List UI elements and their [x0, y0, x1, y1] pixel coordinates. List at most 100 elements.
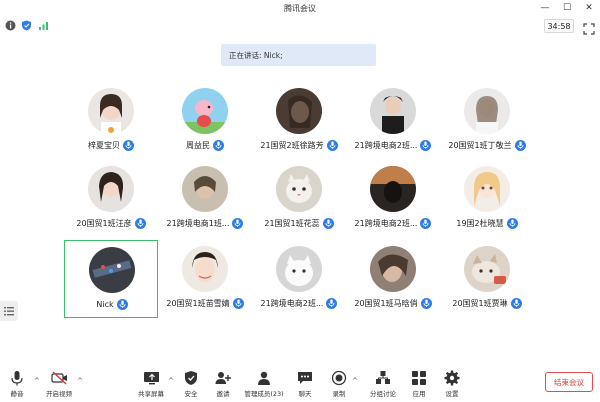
- participant-name: 21跨境电商2班...: [354, 140, 418, 150]
- breakout-rooms-button[interactable]: 分组讨论: [366, 370, 400, 400]
- meeting-timer: 34:58: [544, 19, 574, 33]
- mic-icon: [134, 217, 146, 229]
- speaking-indicator: 正在讲话: Nick;: [221, 44, 376, 66]
- info-icon[interactable]: [5, 20, 16, 31]
- mic-icon: [322, 217, 334, 229]
- participant-name: 21国贸1班花蕊: [264, 218, 320, 228]
- avatar: [182, 88, 228, 134]
- participant-name: 21跨境电商1班...: [166, 218, 230, 228]
- participant-tile[interactable]: 21国贸2班徐路芳: [252, 82, 346, 160]
- avatar: [464, 246, 510, 292]
- start-video-button[interactable]: 开启视频: [44, 370, 74, 400]
- share-screen-button[interactable]: 共享屏幕: [136, 370, 166, 400]
- avatar: [182, 246, 228, 292]
- mic-icon: [514, 139, 526, 151]
- participant-name: Nick: [96, 299, 114, 309]
- record-options-caret[interactable]: ^: [352, 377, 358, 385]
- participant-tile[interactable]: 20国贸1班苗雪婧: [158, 240, 252, 318]
- record-icon: [331, 370, 347, 386]
- mic-icon: [232, 217, 244, 229]
- mic-icon: [420, 297, 432, 309]
- participant-tile[interactable]: 20国贸1班马晗俏: [346, 240, 440, 318]
- mute-button[interactable]: 静音: [6, 370, 28, 400]
- member-list-toggle[interactable]: [0, 301, 18, 321]
- mic-icon: [213, 139, 224, 151]
- avatar: [276, 246, 322, 292]
- info-bar: [0, 17, 600, 35]
- participant-tile[interactable]: 周益民: [158, 82, 252, 160]
- avatar: [88, 166, 134, 212]
- security-button[interactable]: 安全: [180, 370, 202, 400]
- maximize-button[interactable]: ☐: [556, 0, 578, 16]
- participant-name: 19国2杜晓慧: [456, 218, 504, 228]
- participant-tile[interactable]: 20国贸1班汪彦: [64, 160, 158, 238]
- participant-name: 20国贸1班丁敬兰: [448, 140, 512, 150]
- add-user-icon: [215, 370, 231, 386]
- breakout-icon: [375, 370, 391, 386]
- participant-name: 梓夏宝贝: [88, 140, 120, 150]
- signal-icon[interactable]: [38, 20, 49, 31]
- participant-tile[interactable]: 21跨境电商2班...: [252, 240, 346, 318]
- minimize-button[interactable]: —: [534, 0, 556, 16]
- avatar: [370, 246, 416, 292]
- mic-icon: [123, 139, 134, 151]
- members-icon: [256, 370, 272, 386]
- participant-tile-active-speaker[interactable]: Nick: [64, 240, 158, 318]
- avatar: [276, 166, 322, 212]
- end-meeting-button[interactable]: 结束会议: [545, 372, 593, 392]
- avatar: [276, 88, 322, 134]
- window-controls: — ☐ ✕: [534, 0, 600, 16]
- manage-members-button[interactable]: 管理成员(23): [242, 370, 286, 400]
- close-button[interactable]: ✕: [578, 0, 600, 16]
- participant-name: 周益民: [186, 140, 210, 150]
- participant-name: 20国贸1班苗雪婧: [166, 298, 230, 308]
- fullscreen-icon[interactable]: [583, 20, 595, 35]
- list-icon: [4, 307, 14, 316]
- mic-icon: [506, 217, 518, 229]
- participant-tile[interactable]: 21跨境电商2班...: [346, 160, 440, 238]
- avatar: [464, 88, 510, 134]
- shield-icon[interactable]: [21, 20, 32, 31]
- participant-tile[interactable]: 20国贸1班丁敬兰: [440, 82, 534, 160]
- video-options-caret[interactable]: ^: [77, 377, 83, 385]
- mic-icon: [116, 298, 128, 310]
- mic-icon: [420, 217, 432, 229]
- participant-name: 20国贸1班贾琳: [452, 298, 508, 308]
- avatar: [370, 166, 416, 212]
- mic-icon: [326, 297, 338, 309]
- apps-icon: [411, 370, 427, 386]
- chat-button[interactable]: 聊天: [294, 370, 316, 400]
- participant-tile[interactable]: 19国2杜晓慧: [440, 160, 534, 238]
- apps-button[interactable]: 应用: [408, 370, 430, 400]
- participant-name: 20国贸1班汪彦: [76, 218, 132, 228]
- share-screen-icon: [143, 370, 159, 386]
- mic-icon: [510, 297, 522, 309]
- avatar: [370, 88, 416, 134]
- mic-icon: [232, 297, 244, 309]
- participant-tile[interactable]: 21国贸1班花蕊: [252, 160, 346, 238]
- video-off-icon: [51, 370, 67, 386]
- microphone-icon: [9, 370, 25, 386]
- mic-icon: [326, 139, 338, 151]
- mute-options-caret[interactable]: ^: [34, 377, 40, 385]
- participant-name: 20国贸1班马晗俏: [354, 298, 418, 308]
- mic-icon: [420, 139, 432, 151]
- gear-icon: [444, 370, 460, 386]
- participant-tile[interactable]: 20国贸1班贾琳: [440, 240, 534, 318]
- window-title: 腾讯会议: [284, 3, 316, 13]
- participant-tile[interactable]: 21跨境电商1班...: [158, 160, 252, 238]
- record-button[interactable]: 录制: [328, 370, 350, 400]
- avatar: [89, 247, 135, 293]
- shield-icon: [183, 370, 199, 386]
- settings-button[interactable]: 设置: [441, 370, 463, 400]
- share-options-caret[interactable]: ^: [168, 377, 174, 385]
- participant-name: 21跨境电商2班...: [354, 218, 418, 228]
- participant-name: 21跨境电商2班...: [260, 298, 324, 308]
- chat-icon: [297, 370, 313, 386]
- invite-button[interactable]: 邀请: [212, 370, 234, 400]
- participant-name: 21国贸2班徐路芳: [260, 140, 324, 150]
- meeting-toolbar: 静音 ^ 开启视频 ^ 共享屏幕 ^ 安全 邀请 管理成员(23) 聊天 录制 …: [0, 364, 600, 402]
- avatar: [464, 166, 510, 212]
- participant-tile[interactable]: 梓夏宝贝: [64, 82, 158, 160]
- participant-tile[interactable]: 21跨境电商2班...: [346, 82, 440, 160]
